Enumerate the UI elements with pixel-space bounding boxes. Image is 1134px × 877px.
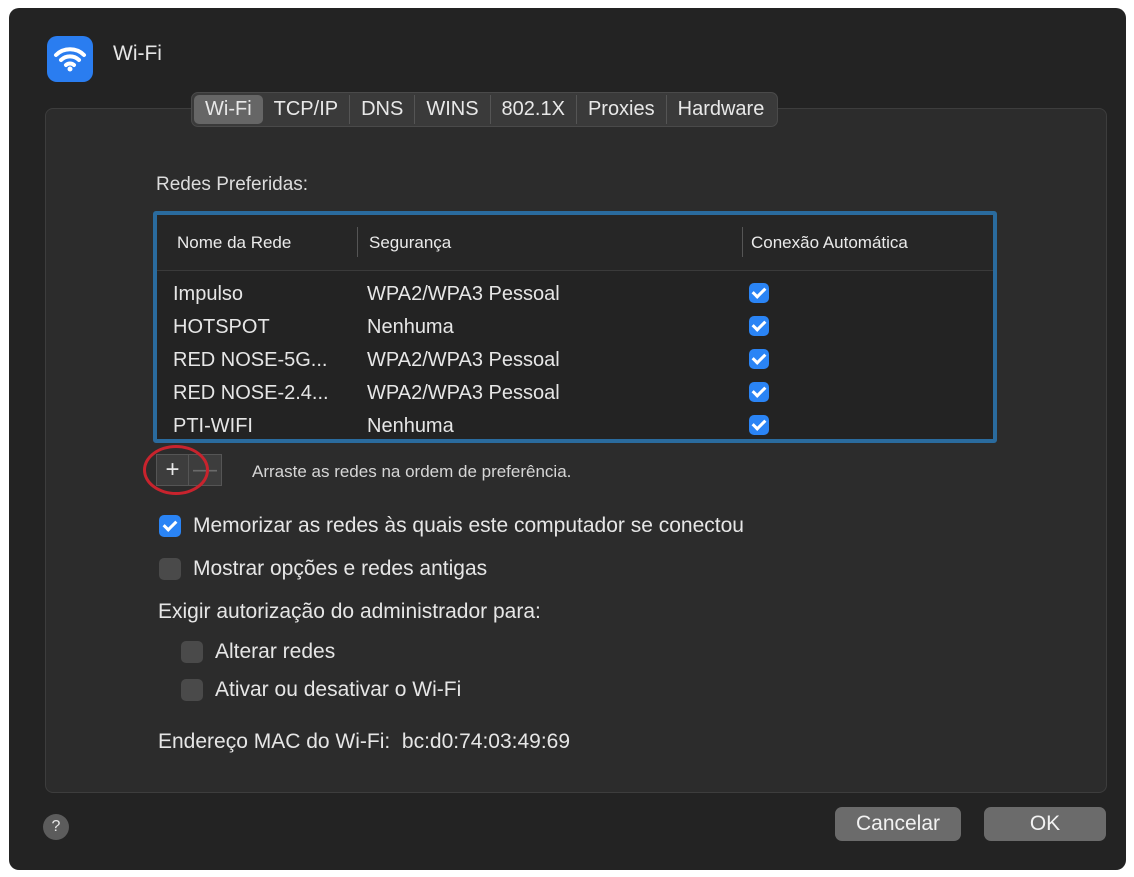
tab-tcpip[interactable]: TCP/IP bbox=[263, 95, 351, 124]
drag-order-hint: Arraste as redes na ordem de preferência… bbox=[252, 462, 572, 481]
column-separator bbox=[742, 227, 743, 257]
tab-8021x[interactable]: 802.1X bbox=[491, 95, 577, 124]
table-header: Nome da Rede Segurança Conexão Automátic… bbox=[157, 215, 993, 271]
remember-networks-option[interactable]: Memorizar as redes às quais este computa… bbox=[159, 514, 744, 538]
network-security: Nenhuma bbox=[367, 415, 454, 437]
auto-join-checkbox[interactable] bbox=[749, 415, 769, 435]
toggle-wifi-checkbox[interactable] bbox=[181, 679, 203, 701]
column-security[interactable]: Segurança bbox=[369, 233, 451, 253]
remember-networks-label: Memorizar as redes às quais este computa… bbox=[193, 514, 744, 537]
table-row[interactable]: HOTSPOT Nenhuma bbox=[157, 310, 993, 342]
network-name: HOTSPOT bbox=[173, 316, 270, 338]
table-row[interactable]: PTI-WIFI Nenhuma bbox=[157, 409, 993, 439]
network-security: Nenhuma bbox=[367, 316, 454, 338]
toggle-wifi-option[interactable]: Ativar ou desativar o Wi-Fi bbox=[181, 678, 461, 702]
auto-join-checkbox[interactable] bbox=[749, 349, 769, 369]
legacy-networks-checkbox[interactable] bbox=[159, 558, 181, 580]
table-row[interactable]: RED NOSE-5G... WPA2/WPA3 Pessoal bbox=[157, 343, 993, 375]
network-name: RED NOSE-2.4... bbox=[173, 382, 329, 404]
tab-proxies[interactable]: Proxies bbox=[577, 95, 667, 124]
network-name: PTI-WIFI bbox=[173, 415, 253, 437]
network-security: WPA2/WPA3 Pessoal bbox=[367, 382, 560, 404]
tab-dns[interactable]: DNS bbox=[350, 95, 416, 124]
help-button[interactable]: ? bbox=[43, 814, 69, 840]
network-security: WPA2/WPA3 Pessoal bbox=[367, 349, 560, 371]
table-row[interactable]: Impulso WPA2/WPA3 Pessoal bbox=[157, 277, 993, 309]
preferred-networks-table[interactable]: Nome da Rede Segurança Conexão Automátic… bbox=[153, 211, 997, 443]
table-row[interactable]: RED NOSE-2.4... WPA2/WPA3 Pessoal bbox=[157, 376, 993, 408]
legacy-networks-label: Mostrar opções e redes antigas bbox=[193, 557, 488, 580]
network-name: RED NOSE-5G... bbox=[173, 349, 328, 371]
change-networks-option[interactable]: Alterar redes bbox=[181, 640, 335, 664]
auto-join-checkbox[interactable] bbox=[749, 316, 769, 336]
cancel-button[interactable]: Cancelar bbox=[835, 807, 961, 841]
mac-address: Endereço MAC do Wi-Fi: bc:d0:74:03:49:69 bbox=[158, 730, 571, 753]
remember-networks-checkbox[interactable] bbox=[159, 515, 181, 537]
column-separator bbox=[357, 227, 358, 257]
tab-bar: Wi-Fi TCP/IP DNS WINS 802.1X Proxies Har… bbox=[191, 92, 779, 127]
toggle-wifi-label: Ativar ou desativar o Wi-Fi bbox=[215, 678, 462, 701]
change-networks-checkbox[interactable] bbox=[181, 641, 203, 663]
column-network-name[interactable]: Nome da Rede bbox=[177, 233, 291, 253]
column-auto-join[interactable]: Conexão Automática bbox=[751, 233, 908, 253]
network-security: WPA2/WPA3 Pessoal bbox=[367, 283, 560, 305]
tab-wins[interactable]: WINS bbox=[415, 95, 491, 124]
wifi-settings-window: Wi-Fi Wi-Fi TCP/IP DNS WINS 802.1X Proxi… bbox=[9, 8, 1126, 870]
tab-wifi[interactable]: Wi-Fi bbox=[194, 95, 263, 124]
highlight-circle-annotation bbox=[143, 445, 209, 495]
wifi-icon bbox=[47, 36, 93, 82]
network-name: Impulso bbox=[173, 283, 244, 305]
tab-hardware[interactable]: Hardware bbox=[667, 95, 776, 124]
preferred-networks-label: Redes Preferidas: bbox=[156, 174, 309, 195]
auto-join-checkbox[interactable] bbox=[749, 382, 769, 402]
change-networks-label: Alterar redes bbox=[215, 640, 336, 663]
auto-join-checkbox[interactable] bbox=[749, 283, 769, 303]
table-body: Impulso WPA2/WPA3 Pessoal HOTSPOT Nenhum… bbox=[157, 271, 993, 439]
legacy-networks-option[interactable]: Mostrar opções e redes antigas bbox=[159, 557, 487, 581]
window-title: Wi-Fi bbox=[113, 42, 162, 65]
admin-auth-label: Exigir autorização do administrador para… bbox=[158, 600, 541, 623]
ok-button[interactable]: OK bbox=[984, 807, 1106, 841]
